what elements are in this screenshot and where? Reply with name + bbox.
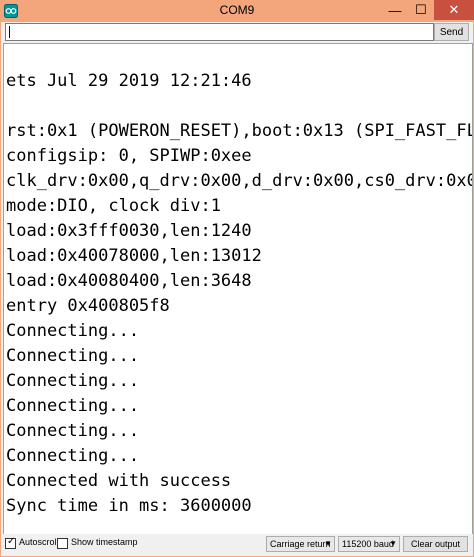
line-ending-value: Carriage return (270, 539, 331, 549)
checkmark-icon: ✓ (7, 536, 16, 547)
output-line: Connecting... (6, 396, 140, 416)
send-button[interactable]: Send (434, 23, 469, 41)
chevron-down-icon: ▼ (389, 539, 397, 548)
serial-input[interactable] (5, 23, 434, 41)
close-button[interactable]: ✕ (434, 0, 474, 20)
text-caret (9, 26, 10, 38)
output-line: Connecting... (6, 421, 140, 441)
output-line: load:0x40078000,len:13012 (6, 246, 262, 266)
output-line: Connected with success (6, 471, 232, 491)
output-line: load:0x40080400,len:3648 (6, 271, 252, 291)
send-row: Send (5, 23, 471, 41)
output-line: Connecting... (6, 321, 140, 341)
serial-output[interactable]: ets Jul 29 2019 12:21:46 rst:0x1 (POWERON… (3, 43, 473, 536)
output-line: mode:DIO, clock div:1 (6, 196, 221, 216)
output-line: ets Jul 29 2019 12:21:46 (6, 71, 252, 91)
minimize-button[interactable]: — (382, 0, 408, 20)
output-line: Sync time in ms: 3600000 (6, 496, 252, 516)
baud-rate-value: 115200 baud (342, 539, 394, 549)
line-ending-select[interactable]: Carriage return ▼ (266, 536, 335, 552)
clear-output-button[interactable]: Clear output (403, 536, 468, 552)
output-line: configsip: 0, SPIWP:0xee (6, 146, 252, 166)
serial-monitor-client: Send ets Jul 29 2019 12:21:46 rst:0x1 (PO… (1, 22, 473, 556)
baud-rate-select[interactable]: 115200 baud ▼ (338, 536, 400, 552)
output-line: Connecting... (6, 371, 140, 391)
autoscroll-checkbox[interactable]: ✓ (5, 536, 16, 549)
output-line: rst:0x1 (POWERON_RESET),boot:0x13 (SPI_F… (6, 121, 472, 141)
title-bar: COM9 — ☐ ✕ (0, 0, 474, 22)
output-line: Connecting... (6, 346, 140, 366)
output-line: entry 0x400805f8 (6, 296, 170, 316)
serial-monitor-window: COM9 — ☐ ✕ Send ets Jul 29 2019 12:21:46… (0, 0, 474, 557)
output-line: clk_drv:0x00,q_drv:0x00,d_drv:0x00,cs0_d… (6, 171, 472, 191)
maximize-button[interactable]: ☐ (408, 0, 434, 20)
show-timestamp-label: Show timestamp (71, 537, 138, 547)
bottom-toolbar: ✓ Autoscroll Show timestamp Carriage ret… (1, 534, 473, 556)
show-timestamp-checkbox[interactable] (57, 538, 68, 549)
output-line: load:0x3fff0030,len:1240 (6, 221, 252, 241)
output-line: Connecting... (6, 446, 140, 466)
autoscroll-label: Autoscroll (19, 537, 59, 547)
chevron-down-icon: ▼ (324, 539, 332, 548)
